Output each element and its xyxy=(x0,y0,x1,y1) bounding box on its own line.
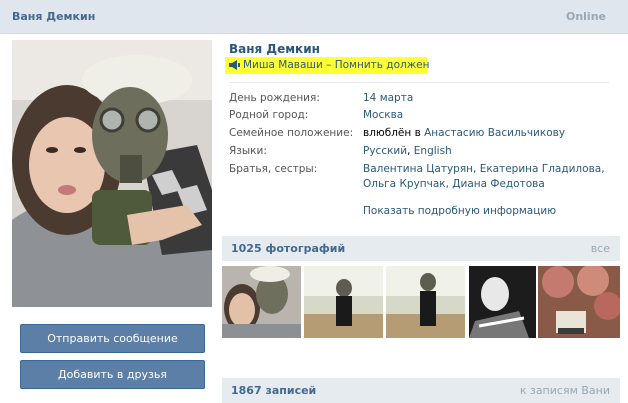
label-siblings: Братья, сестры: xyxy=(229,163,318,175)
wall-count[interactable]: 1867 записей xyxy=(231,384,316,397)
status-line[interactable]: Миша Маваши – Помнить должен xyxy=(225,57,430,74)
profile-header-bar: Ваня Демкин Online xyxy=(0,0,628,34)
value-hometown[interactable]: Москва xyxy=(363,109,403,121)
online-status: Online xyxy=(565,10,606,23)
relationship-text: влюблён в xyxy=(363,127,421,139)
photo-thumbnail[interactable] xyxy=(386,266,465,338)
add-friend-button[interactable]: Добавить в друзья xyxy=(20,360,205,389)
photo-thumbnail[interactable] xyxy=(538,266,620,338)
photos-count[interactable]: 1025 фотографий xyxy=(231,242,345,255)
show-more-info-link[interactable]: Показать подробную информацию xyxy=(363,205,556,217)
photo-thumbnail[interactable] xyxy=(469,266,548,338)
divider xyxy=(229,82,609,83)
profile-avatar[interactable] xyxy=(12,40,212,307)
label-languages: Языки: xyxy=(229,145,267,157)
language-separator: , xyxy=(407,145,414,157)
partner-link[interactable]: Анастасию Васильчикову xyxy=(424,127,565,139)
photos-all-link[interactable]: все xyxy=(591,242,610,255)
profile-name: Ваня Демкин xyxy=(229,42,320,56)
value-relationship: влюблён в Анастасию Васильчикову xyxy=(363,127,565,139)
value-languages: Русский, English xyxy=(363,145,452,157)
wall-section-header[interactable]: 1867 записей к записям Вани xyxy=(222,378,620,403)
megaphone-icon xyxy=(229,60,240,73)
value-siblings[interactable]: Валентина Цатурян, Екатерина Гладилова, xyxy=(363,163,605,175)
label-hometown: Родной город: xyxy=(229,109,309,121)
send-message-button[interactable]: Отправить сообщение xyxy=(20,324,205,353)
value-birthday[interactable]: 14 марта xyxy=(363,92,413,104)
wall-link[interactable]: к записям Вани xyxy=(520,384,610,397)
language-russian-link[interactable]: Русский xyxy=(363,145,407,157)
value-siblings-line2[interactable]: Ольга Крупчак, Диана Федотова xyxy=(363,178,545,190)
photo-thumbnail[interactable] xyxy=(222,266,301,338)
label-relationship: Семейное положение: xyxy=(229,127,354,139)
language-english-link[interactable]: English xyxy=(414,145,452,157)
photo-thumbnail[interactable] xyxy=(304,266,383,338)
header-name[interactable]: Ваня Демкин xyxy=(12,10,95,23)
status-text: Миша Маваши – Помнить должен xyxy=(243,59,430,71)
label-birthday: День рождения: xyxy=(229,92,320,104)
photos-section-header[interactable]: 1025 фотографий все xyxy=(222,236,620,261)
